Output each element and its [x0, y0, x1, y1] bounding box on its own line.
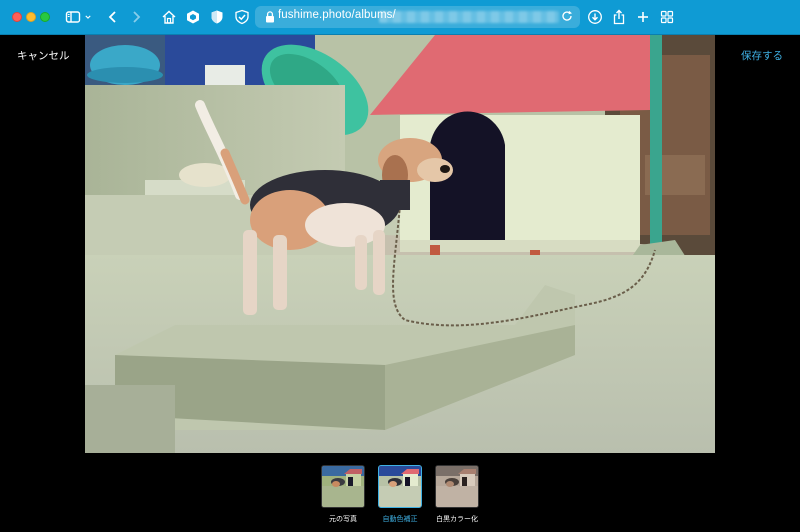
filter-thumbnail: [378, 465, 422, 508]
filter-thumbnail: [321, 465, 365, 508]
home-icon[interactable]: [160, 8, 178, 26]
url-redacted-region: [379, 11, 559, 23]
chevron-down-icon[interactable]: [82, 8, 94, 26]
filter-thumbnail: [435, 465, 479, 508]
browser-toolbar: fushime.photo/albums/: [0, 0, 800, 35]
hexagon-extension-icon[interactable]: [184, 8, 202, 26]
tab-overview-icon[interactable]: [658, 8, 676, 26]
shield-extension-icon[interactable]: [208, 8, 226, 26]
new-tab-icon[interactable]: [634, 8, 652, 26]
back-icon[interactable]: [104, 8, 122, 26]
share-icon[interactable]: [610, 8, 628, 26]
address-bar[interactable]: fushime.photo/albums/: [255, 6, 580, 28]
minimize-window-button[interactable]: [26, 12, 36, 22]
beagle-photo: [85, 35, 715, 453]
lock-icon: [266, 11, 274, 23]
photo-preview: [85, 35, 715, 453]
filter-bw-colorize[interactable]: 白黒カラー化: [435, 465, 479, 524]
check-shield-icon[interactable]: [233, 8, 251, 26]
forward-icon[interactable]: [127, 8, 145, 26]
save-button[interactable]: 保存する: [741, 48, 783, 63]
filter-strip: 元の写真 自動色補正 白黒カラー化: [0, 465, 800, 525]
photo-editor: キャンセル 保存する 元の写真 自動色補正 白黒カラー化: [0, 35, 800, 532]
filter-original[interactable]: 元の写真: [321, 465, 365, 524]
download-icon[interactable]: [586, 8, 604, 26]
reload-icon[interactable]: [560, 9, 574, 23]
filter-label: 白黒カラー化: [436, 515, 478, 523]
zoom-window-button[interactable]: [40, 12, 50, 22]
cancel-button[interactable]: キャンセル: [17, 48, 70, 63]
sidebar-icon[interactable]: [64, 8, 82, 26]
close-window-button[interactable]: [12, 12, 22, 22]
filter-auto-color[interactable]: 自動色補正: [378, 465, 422, 524]
